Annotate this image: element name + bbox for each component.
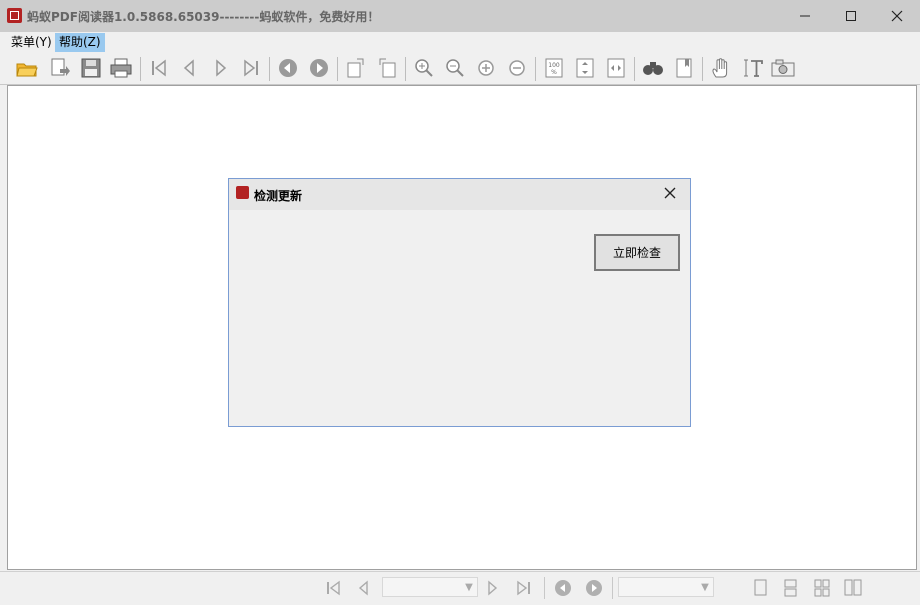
zoom-select[interactable]: ▼ (618, 577, 714, 597)
fit-width-icon[interactable] (603, 56, 629, 80)
dialog-title: 检测更新 (254, 189, 303, 203)
close-button[interactable] (874, 0, 920, 32)
actual-size-icon[interactable]: 100% (541, 56, 567, 80)
svg-text:%: % (551, 69, 557, 76)
dialog-title-bar: 检测更新 (229, 179, 690, 210)
forward-icon[interactable] (583, 578, 605, 598)
next-page-icon[interactable] (208, 56, 234, 80)
back-icon[interactable] (552, 578, 574, 598)
update-dialog: 检测更新 立即检查 (228, 178, 691, 427)
menu-item-help[interactable]: 帮助(Z) (55, 33, 105, 52)
forward-icon[interactable] (306, 56, 332, 80)
save-icon[interactable] (78, 56, 104, 80)
zoom-minus-icon[interactable] (504, 56, 530, 80)
toolbar: 100% (0, 52, 920, 85)
continuous-view-icon[interactable] (780, 578, 802, 598)
text-select-icon[interactable] (740, 56, 766, 80)
back-icon[interactable] (275, 56, 301, 80)
page-number-input[interactable]: ▼ (382, 577, 478, 597)
hand-tool-icon[interactable] (708, 56, 734, 80)
rotate-left-icon[interactable] (343, 56, 369, 80)
menu-bar: 菜单(Y) 帮助(Z) (0, 32, 920, 52)
prev-page-icon[interactable] (176, 56, 202, 80)
menu-item-menu[interactable]: 菜单(Y) (7, 33, 56, 52)
bookmark-icon[interactable] (671, 56, 697, 80)
next-page-icon[interactable] (482, 578, 504, 598)
zoom-in-icon[interactable] (411, 56, 437, 80)
minimize-button[interactable] (782, 0, 828, 32)
print-icon[interactable] (108, 56, 134, 80)
prev-page-icon[interactable] (352, 578, 374, 598)
fit-page-icon[interactable] (572, 56, 598, 80)
export-icon[interactable] (46, 56, 72, 80)
single-page-view-icon[interactable] (750, 578, 772, 598)
first-page-icon[interactable] (322, 578, 344, 598)
maximize-button[interactable] (828, 0, 874, 32)
maximize-icon (846, 11, 856, 21)
zoom-out-icon[interactable] (442, 56, 468, 80)
open-folder-icon[interactable] (14, 56, 40, 80)
grid-view-icon[interactable] (811, 578, 833, 598)
two-page-view-icon[interactable] (842, 578, 864, 598)
minimize-icon (800, 15, 810, 17)
find-icon[interactable] (640, 56, 666, 80)
last-page-icon[interactable] (513, 578, 535, 598)
zoom-plus-icon[interactable] (473, 56, 499, 80)
chevron-down-icon[interactable]: ▼ (461, 578, 477, 596)
app-icon (236, 186, 249, 199)
first-page-icon[interactable] (146, 56, 172, 80)
close-icon (664, 187, 676, 199)
app-icon (7, 8, 22, 23)
snapshot-icon[interactable] (770, 56, 796, 80)
dialog-close-button[interactable] (664, 184, 676, 203)
svg-text:100: 100 (548, 62, 560, 69)
rotate-right-icon[interactable] (374, 56, 400, 80)
check-now-button[interactable]: 立即检查 (594, 234, 680, 271)
status-bar: ▼ ▼ (0, 571, 920, 605)
title-bar: 蚂蚁PDF阅读器1.0.5868.65039--------蚂蚁软件，免费好用！ (0, 0, 920, 32)
last-page-icon[interactable] (238, 56, 264, 80)
window-title: 蚂蚁PDF阅读器1.0.5868.65039--------蚂蚁软件，免费好用！ (27, 10, 380, 24)
close-icon (891, 10, 903, 22)
chevron-down-icon[interactable]: ▼ (697, 578, 713, 596)
